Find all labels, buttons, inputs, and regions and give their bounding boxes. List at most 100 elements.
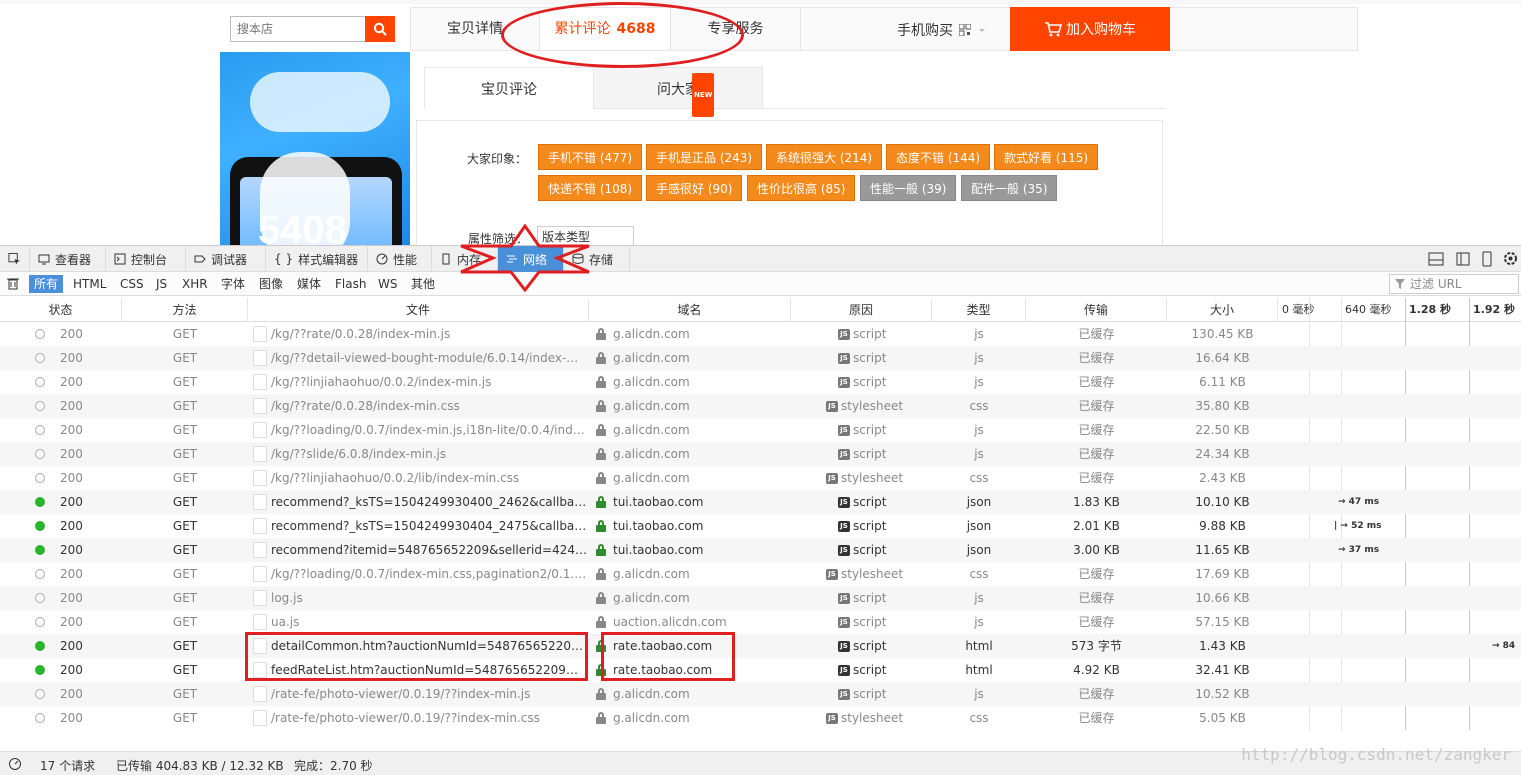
cell-size: 32.41 KB bbox=[1195, 663, 1250, 677]
filter-fonts[interactable]: 字体 bbox=[216, 275, 250, 293]
table-row[interactable]: 200 GET detailCommon.htm?auctionNumId=5487… bbox=[0, 634, 1521, 658]
performance-analysis-icon[interactable] bbox=[8, 757, 22, 771]
store-search-button[interactable] bbox=[365, 16, 395, 42]
cell-type: html bbox=[965, 663, 993, 677]
table-row[interactable]: 200 GET recommend?itemid=548765652209&sell… bbox=[0, 538, 1521, 562]
column-size[interactable]: 大小 bbox=[1167, 298, 1278, 322]
cell-status: 200 bbox=[60, 567, 83, 581]
column-transferred[interactable]: 传输 bbox=[1026, 298, 1167, 322]
column-type[interactable]: 类型 bbox=[932, 298, 1026, 322]
table-row[interactable]: 200 GET/kg/??linjiahaohuo/0.0.2/lib/index… bbox=[0, 466, 1521, 490]
filter-html[interactable]: HTML bbox=[68, 275, 111, 293]
status-dot-icon bbox=[35, 329, 45, 339]
table-row[interactable]: 200 GET/kg/??linjiahaohuo/0.0.2/index-min… bbox=[0, 370, 1521, 394]
column-cause[interactable]: 原因 bbox=[791, 298, 932, 322]
request-count: 17 个请求 bbox=[40, 759, 96, 773]
filter-xhr[interactable]: XHR bbox=[177, 275, 213, 293]
cell-cause-label: script bbox=[853, 639, 887, 653]
cell-status: 200 bbox=[60, 687, 83, 701]
table-row[interactable]: 200 GET/rate-fe/photo-viewer/0.0.19/??ind… bbox=[0, 706, 1521, 730]
subtab-item-reviews[interactable]: 宝贝评论 bbox=[424, 67, 594, 109]
tab-inspector[interactable]: 查看器 bbox=[30, 246, 106, 272]
status-dot-icon bbox=[35, 545, 45, 555]
table-row[interactable]: 200 GET/kg/??loading/0.0.7/index-min.css,… bbox=[0, 562, 1521, 586]
cell-method: GET bbox=[172, 591, 198, 605]
column-file[interactable]: 文件 bbox=[248, 298, 589, 322]
impression-tag[interactable]: 态度不错 (144) bbox=[886, 144, 991, 170]
status-dot-icon bbox=[35, 713, 45, 723]
impression-tag[interactable]: 款式好看 (115) bbox=[994, 144, 1099, 170]
impression-tag[interactable]: 手机是正品 (243) bbox=[646, 144, 763, 170]
file-icon bbox=[253, 374, 267, 390]
filter-all[interactable]: 所有 bbox=[29, 275, 64, 293]
cell-file: /kg/??loading/0.0.7/index-min.js,i18n-li… bbox=[271, 423, 587, 437]
table-row[interactable]: 200 GET feedRateList.htm?auctionNumId=5487… bbox=[0, 658, 1521, 682]
console-icon bbox=[114, 253, 126, 265]
split-console-icon[interactable] bbox=[1456, 252, 1470, 266]
gear-icon[interactable] bbox=[1503, 251, 1518, 266]
impression-tag[interactable]: 手机不错 (477) bbox=[538, 144, 643, 170]
impression-tag[interactable]: 性价比很高 (85) bbox=[747, 175, 856, 201]
tab-console[interactable]: 控制台 bbox=[106, 246, 186, 272]
table-row[interactable]: 200 GET recommend?_ksTS=1504249930400_2462… bbox=[0, 490, 1521, 514]
filter-images[interactable]: 图像 bbox=[254, 275, 288, 293]
cell-size: 9.88 KB bbox=[1199, 519, 1246, 533]
product-image[interactable]: 5408 bbox=[220, 52, 410, 245]
chevron-down-icon bbox=[979, 29, 985, 32]
table-row[interactable]: 200 GET/kg/??rate/0.0.28/index-min.js g.al… bbox=[0, 322, 1521, 346]
tab-debugger[interactable]: 调试器 bbox=[186, 246, 266, 272]
add-to-cart-button[interactable]: 加入购物车 bbox=[1010, 7, 1170, 51]
responsive-mode-icon[interactable] bbox=[1482, 251, 1492, 267]
table-row[interactable]: 200 GET/kg/??detail-viewed-bought-module/… bbox=[0, 346, 1521, 370]
cell-transferred: 3.00 KB bbox=[1073, 543, 1120, 557]
impression-tag[interactable]: 性能一般 (39) bbox=[860, 175, 957, 201]
tab-console-label: 控制台 bbox=[131, 252, 168, 267]
column-domain[interactable]: 域名 bbox=[589, 298, 791, 322]
filter-flash[interactable]: Flash bbox=[330, 275, 371, 293]
cart-icon bbox=[1045, 22, 1062, 37]
filter-ws[interactable]: WS bbox=[373, 275, 402, 293]
table-row[interactable]: 200 GET/rate-fe/photo-viewer/0.0.19/??ind… bbox=[0, 682, 1521, 706]
file-icon bbox=[253, 446, 267, 462]
devtools-toolbar: 查看器 控制台 调试器 { } 样式编辑器 性能 内存 网络 存储 bbox=[0, 246, 1521, 272]
cell-domain: g.alicdn.com bbox=[613, 351, 690, 365]
impression-tag[interactable]: 配件一般 (35) bbox=[961, 175, 1058, 201]
filter-js[interactable]: JS bbox=[151, 275, 172, 293]
mobile-buy[interactable]: 手机购买 bbox=[897, 20, 987, 40]
cell-file: /kg/??linjiahaohuo/0.0.2/lib/index-min.c… bbox=[271, 471, 520, 485]
table-row[interactable]: 200 GET/kg/??rate/0.0.28/index-min.css g.a… bbox=[0, 394, 1521, 418]
impression-tag[interactable]: 快递不错 (108) bbox=[538, 175, 643, 201]
filter-media[interactable]: 媒体 bbox=[292, 275, 326, 293]
status-dot-icon bbox=[35, 401, 45, 411]
element-picker-button[interactable] bbox=[0, 246, 30, 272]
table-row[interactable]: 200 GET ua.js uaction.alicdn.com JS script js 已… bbox=[0, 610, 1521, 634]
table-row[interactable]: 200 GET/kg/??slide/6.0.8/index-min.js g.al… bbox=[0, 442, 1521, 466]
table-row[interactable]: 200 GET recommend?_ksTS=1504249930404_2475… bbox=[0, 514, 1521, 538]
file-icon bbox=[253, 614, 267, 630]
cell-cause-label: script bbox=[853, 519, 887, 533]
subtab-ask-all[interactable]: 问大家 NEW bbox=[593, 67, 763, 117]
impression-tag[interactable]: 手感很好 (90) bbox=[646, 175, 743, 201]
impression-tag[interactable]: 系统很强大 (214) bbox=[766, 144, 883, 170]
cell-type: css bbox=[969, 399, 989, 413]
filter-url-input[interactable]: 过滤 URL bbox=[1389, 274, 1519, 294]
store-search-input[interactable] bbox=[230, 16, 366, 42]
cell-domain: g.alicdn.com bbox=[613, 591, 690, 605]
dock-layout-icon[interactable] bbox=[1428, 252, 1444, 266]
filter-css[interactable]: CSS bbox=[115, 275, 149, 293]
cell-transferred: 已缓存 bbox=[1078, 423, 1115, 437]
lock-icon bbox=[596, 544, 606, 556]
filter-other[interactable]: 其他 bbox=[406, 275, 440, 293]
column-status[interactable]: 状态 bbox=[0, 298, 122, 322]
cell-file: /rate-fe/photo-viewer/0.0.19/??index-min… bbox=[271, 711, 540, 725]
column-method[interactable]: 方法 bbox=[122, 298, 248, 322]
braces-icon: { } bbox=[274, 252, 294, 266]
tab-performance[interactable]: 性能 bbox=[368, 246, 432, 272]
js-icon: JS bbox=[838, 377, 850, 388]
js-icon: JS bbox=[838, 521, 850, 532]
trash-icon[interactable] bbox=[7, 277, 19, 290]
table-row[interactable]: 200 GET/kg/??loading/0.0.7/index-min.js,i… bbox=[0, 418, 1521, 442]
transferred-total: 已传输 404.83 KB / 12.32 KB bbox=[116, 759, 284, 773]
tab-style-editor[interactable]: { } 样式编辑器 bbox=[266, 246, 368, 272]
table-row[interactable]: 200 GET log.js g.alicdn.com JS script js 已缓存 10.… bbox=[0, 586, 1521, 610]
